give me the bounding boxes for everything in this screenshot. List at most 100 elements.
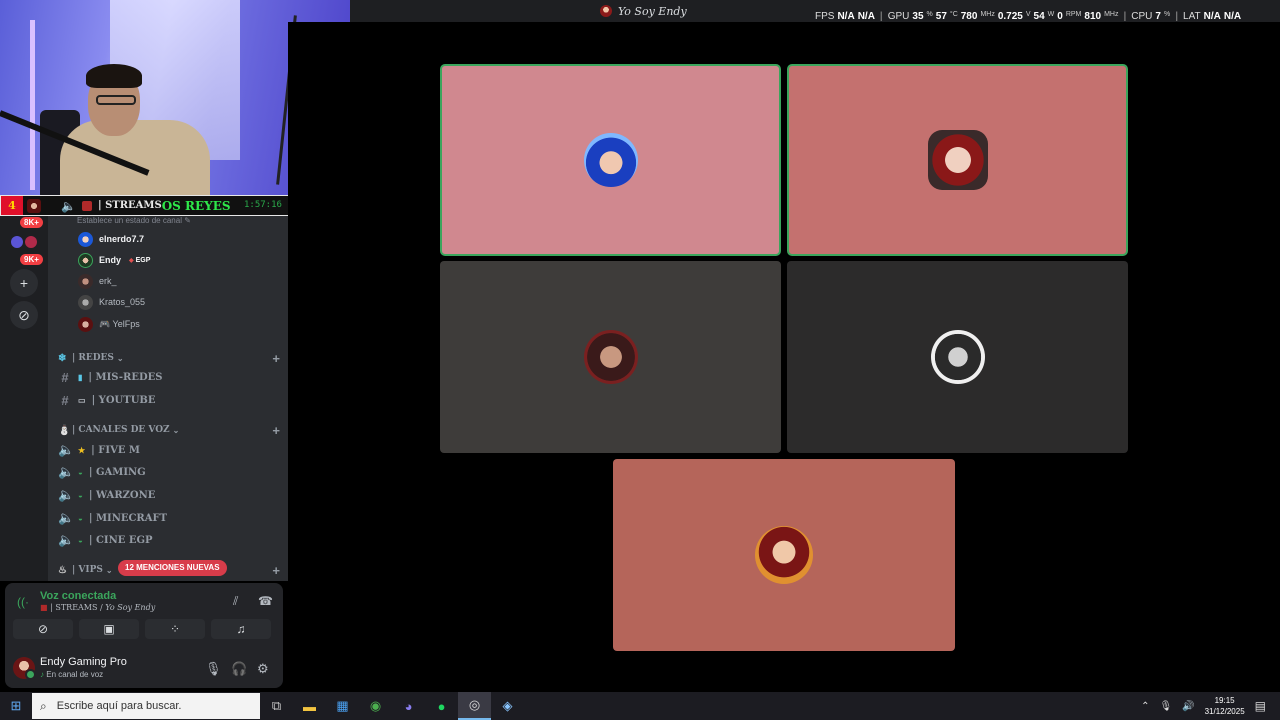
channel-label: | GAMING: [88, 466, 146, 478]
chevron-up-icon[interactable]: ⌃: [1141, 701, 1149, 712]
chevron-down-icon: ⌄: [172, 425, 180, 435]
voice-channel-warzone[interactable]: 🔈 ◒ | WARZONE: [58, 485, 280, 505]
voice-channel-name: | STREAMS: [50, 603, 98, 612]
new-mentions-pill[interactable]: 12 MENCIONES NUEVAS: [118, 560, 227, 576]
voice-channel-minecraft[interactable]: 🔈 ◒ | MINECRAFT: [58, 508, 280, 528]
voice-status[interactable]: Voz conectada: [40, 590, 116, 602]
steam-icon[interactable]: ◈: [491, 692, 524, 720]
file-explorer-icon[interactable]: ▬: [293, 692, 326, 720]
snowman-icon: ⛄: [58, 424, 71, 436]
voice-member[interactable]: erk_: [78, 272, 117, 290]
participant-tile[interactable]: [440, 261, 781, 453]
gpu-label: GPU: [887, 11, 910, 22]
voice-channel-line[interactable]: ■ | STREAMS / Yo Soy Endy: [40, 603, 155, 612]
channel-label: | MIS-REDES: [88, 371, 163, 383]
windows-start-icon[interactable]: ⊞: [0, 692, 32, 720]
clock[interactable]: 19:15 31/12/2025: [1205, 695, 1245, 717]
activities-button[interactable]: ⁘: [145, 619, 205, 639]
gamepad-icon: ◒: [78, 490, 83, 500]
screen: Yo Soy Endy FPS N/A N/A | GPU 35% 57 °C 7…: [0, 0, 1280, 720]
hash-icon: #: [61, 369, 69, 385]
add-server-icon[interactable]: +: [10, 269, 38, 297]
gpu-load-unit: %: [926, 11, 933, 18]
notification-icon[interactable]: ▤: [1255, 699, 1266, 713]
category-label: | REDES: [72, 353, 114, 363]
streamer-hair: [86, 64, 142, 88]
member-name: elnerdo7.7: [99, 234, 145, 244]
microphone-icon[interactable]: 🎙: [1159, 701, 1172, 712]
participant-avatar: [927, 130, 988, 190]
participant-tile[interactable]: [787, 64, 1128, 256]
gpu-mem-clock-unit: MHz: [1104, 11, 1119, 18]
channel-mis-redes[interactable]: # ▮ | MIS-REDES: [58, 367, 280, 387]
soundboard-icon: ♫: [236, 622, 246, 636]
gpu-fan: 0: [1057, 11, 1063, 22]
disconnect-icon[interactable]: ☎: [258, 594, 273, 608]
participant-tile[interactable]: [787, 261, 1128, 453]
cpu-load-unit: %: [1163, 11, 1171, 18]
screen-share-icon: ▣: [103, 622, 115, 636]
voice-member[interactable]: elnerdo7.7: [78, 230, 144, 248]
voice-video-grid: [288, 22, 1280, 692]
server-icon[interactable]: [11, 236, 23, 248]
store-icon[interactable]: ▦: [326, 692, 359, 720]
fps-value-2: N/A: [857, 11, 875, 22]
separator: |: [879, 11, 883, 22]
category-redes[interactable]: ❄ | REDES ⌄ +: [58, 350, 280, 366]
avatar: [78, 252, 93, 268]
soundboard-button[interactable]: ♫: [211, 619, 271, 639]
obs-icon[interactable]: ◎: [458, 692, 491, 720]
compass-icon[interactable]: ⊘: [10, 301, 38, 329]
voice-channel-five-m[interactable]: 🔈 ★ | FIVE M: [58, 440, 280, 460]
avatar: [78, 316, 93, 332]
channel-status-hint[interactable]: Establece un estado de canal ✎: [77, 216, 191, 225]
participant-tile[interactable]: [613, 459, 955, 651]
cpu-label: CPU: [1131, 11, 1153, 22]
taskbar-search-input[interactable]: ⌕ Escribe aquí para buscar.: [32, 693, 260, 719]
signal-icon[interactable]: ((·: [17, 595, 29, 609]
member-name: erk_: [99, 276, 117, 286]
server-rail: 8K+ 9K+ + ⊘: [0, 216, 48, 581]
gear-icon[interactable]: ⚙: [257, 661, 269, 677]
participant-avatar: [583, 133, 638, 187]
chrome-icon[interactable]: ◉: [359, 692, 392, 720]
voice-channel-cine-egp[interactable]: 🔈 ◒ | CINE EGP: [58, 530, 280, 550]
volume-icon[interactable]: 🔊: [1182, 701, 1194, 712]
participant-avatar: [583, 330, 638, 384]
unread-badge: 9K+: [20, 254, 43, 265]
noise-suppression-icon[interactable]: ⫽: [233, 594, 238, 609]
microphone-icon[interactable]: 🎙: [205, 661, 222, 677]
voice-member[interactable]: 🎮 YelFps: [78, 315, 140, 333]
clock-date: 31/12/2025: [1204, 707, 1245, 716]
voice-member[interactable]: Kratos_055: [78, 293, 145, 311]
voice-channel-gaming[interactable]: 🔈 ◒ | GAMING: [58, 462, 280, 482]
gpu-fan-unit: RPM: [1065, 11, 1082, 18]
discord-icon[interactable]: ◕: [392, 692, 425, 720]
unread-badge: 8K+: [20, 217, 43, 228]
task-view-icon[interactable]: ⧉: [260, 692, 293, 720]
phone-icon: ▮: [78, 372, 83, 382]
member-name: 🎮 YelFps: [99, 318, 140, 329]
share-screen-button[interactable]: ▣: [79, 619, 139, 639]
gpu-voltage: 0.725: [997, 11, 1023, 22]
channel-youtube[interactable]: # ▭ | YOUTUBE: [58, 390, 280, 410]
voice-member[interactable]: Endy EGP: [78, 251, 150, 269]
headphones-icon[interactable]: 🎧: [231, 661, 247, 677]
separator: |: [1175, 11, 1179, 22]
channel-label: | YOUTUBE: [91, 394, 156, 406]
participant-tile[interactable]: [440, 64, 781, 256]
user-status: En canal de voz: [40, 670, 103, 679]
spotify-icon[interactable]: ●: [425, 692, 458, 720]
add-channel-icon[interactable]: +: [272, 351, 280, 366]
add-channel-icon[interactable]: +: [272, 563, 280, 578]
gpu-clock-unit: MHz: [980, 11, 995, 18]
avatar[interactable]: [13, 657, 36, 680]
server-icon[interactable]: [25, 236, 37, 248]
channel-label: | WARZONE: [88, 489, 156, 501]
fps-label: FPS: [815, 11, 835, 22]
add-channel-icon[interactable]: +: [272, 423, 280, 438]
category-canales-de-voz[interactable]: ⛄ | CANALES DE VOZ ⌄ +: [58, 422, 280, 438]
username[interactable]: Endy Gaming Pro: [40, 656, 127, 668]
gamepad-icon: ◒: [78, 467, 83, 477]
camera-off-button[interactable]: ⊘: [13, 619, 73, 639]
